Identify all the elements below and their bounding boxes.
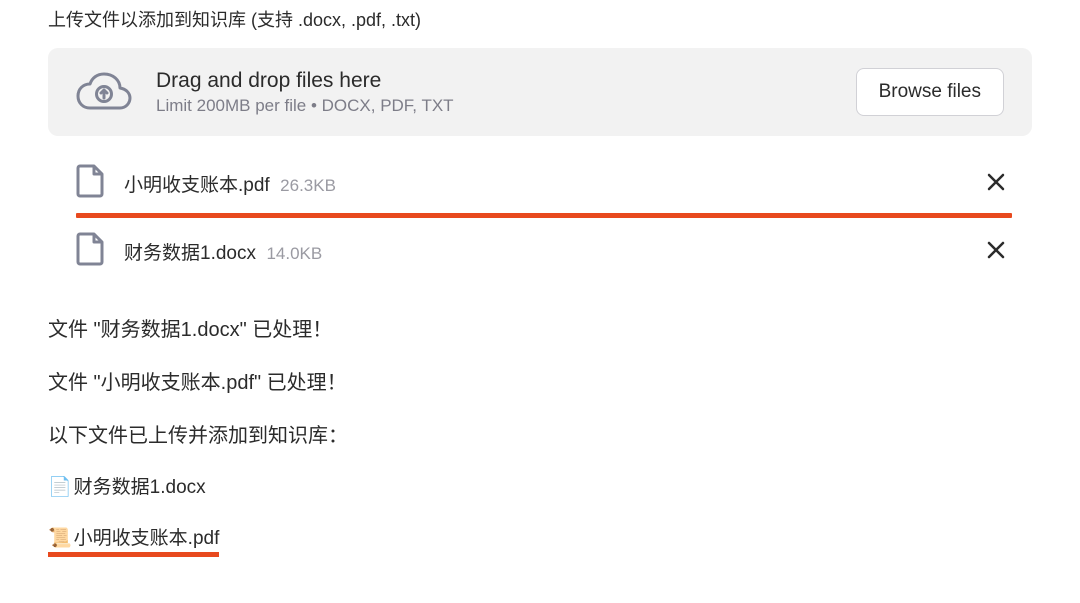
close-icon <box>986 248 1006 263</box>
file-icon <box>76 232 104 271</box>
file-dropzone[interactable]: Drag and drop files here Limit 200MB per… <box>48 48 1032 136</box>
kb-file-name: 小明收支账本.pdf <box>74 528 220 549</box>
file-name: 财务数据1.docx <box>124 243 256 264</box>
uploaded-file-row: 小明收支账本.pdf 26.3KB <box>48 154 1032 213</box>
kb-file-name: 财务数据1.docx <box>74 477 206 498</box>
document-emoji-icon: 📄 <box>48 477 72 498</box>
upload-instruction: 上传文件以添加到知识库 (支持 .docx, .pdf, .txt) <box>48 0 1032 48</box>
file-icon <box>76 164 104 203</box>
processing-status: 文件 "小明收支账本.pdf" 已处理！ <box>48 354 1032 407</box>
remove-file-button[interactable] <box>980 166 1012 201</box>
close-icon <box>986 180 1006 195</box>
scroll-emoji-icon: 📜 <box>48 528 72 549</box>
file-size: 26.3KB <box>280 176 336 195</box>
file-size: 14.0KB <box>266 244 322 263</box>
processing-status: 文件 "财务数据1.docx" 已处理！ <box>48 301 1032 354</box>
remove-file-button[interactable] <box>980 234 1012 269</box>
kb-file-item: 📄财务数据1.docx <box>48 460 1032 511</box>
kb-file-item: 📜小明收支账本.pdf <box>48 511 1032 569</box>
summary-text: 以下文件已上传并添加到知识库： <box>48 407 1032 460</box>
highlight-underline <box>76 213 1012 218</box>
browse-files-button[interactable]: Browse files <box>856 68 1004 116</box>
cloud-upload-icon <box>76 70 132 115</box>
dropzone-title: Drag and drop files here <box>156 69 832 93</box>
file-name: 小明收支账本.pdf <box>124 175 270 196</box>
uploaded-file-row: 财务数据1.docx 14.0KB <box>48 222 1032 281</box>
dropzone-limit: Limit 200MB per file • DOCX, PDF, TXT <box>156 96 832 116</box>
